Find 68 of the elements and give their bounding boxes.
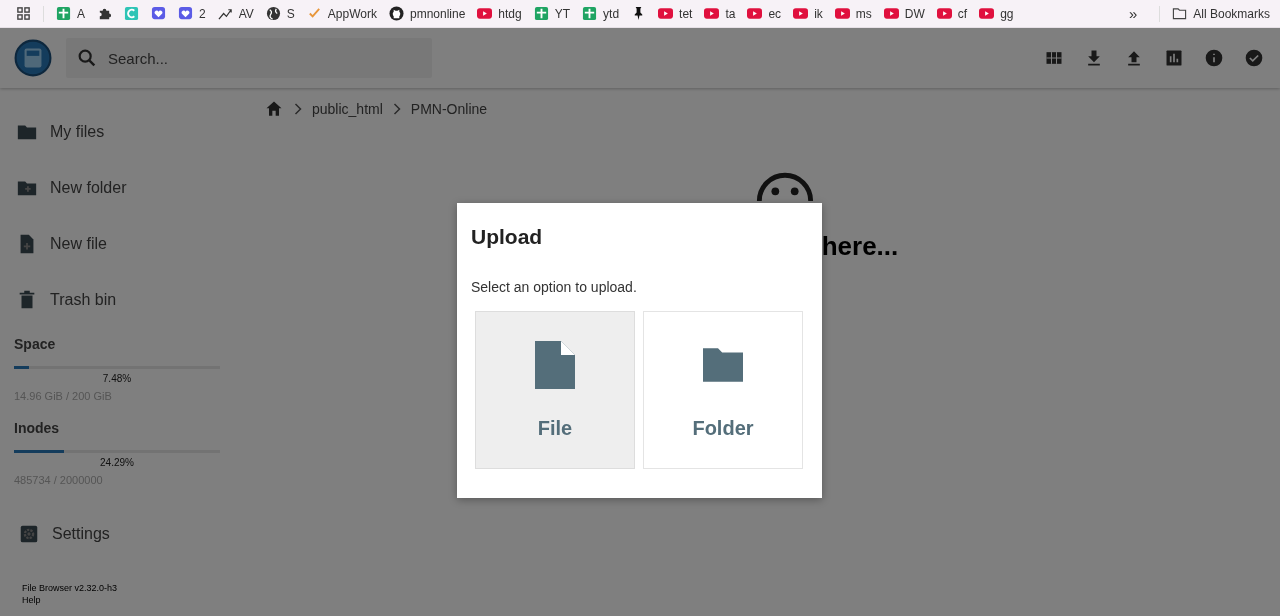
empty-message: here...: [821, 231, 899, 262]
bookmark[interactable]: ta: [704, 6, 736, 21]
bookmark[interactable]: AV: [217, 6, 254, 21]
play-icon: [883, 6, 899, 21]
usage-title: Inodes: [14, 420, 61, 436]
upload-option-button[interactable]: Folder: [643, 311, 803, 469]
info-icon[interactable]: [1204, 48, 1224, 68]
bookmark[interactable]: S: [265, 6, 295, 21]
chevron-icon: [392, 103, 401, 115]
dialog-text: Select an option to upload.: [471, 279, 638, 295]
play-icon: [793, 6, 809, 21]
letter-tile-icon: [124, 6, 139, 21]
select-check-icon[interactable]: [1244, 48, 1264, 68]
footer-text: Help: [22, 594, 42, 606]
gear-icon: [18, 523, 40, 545]
sidebar-item[interactable]: My files: [14, 104, 240, 160]
bookmark[interactable]: A: [56, 6, 85, 21]
bookmark[interactable]: gg: [979, 6, 1014, 21]
sidebar-item[interactable]: New folder: [14, 160, 240, 216]
play-icon: [936, 6, 952, 21]
play-icon: [979, 6, 995, 21]
dialog-title: Upload: [471, 225, 544, 249]
usage-percent: 24.29%: [99, 457, 135, 468]
upload-option-button[interactable]: File: [475, 311, 635, 469]
search-field[interactable]: Search...: [66, 38, 432, 78]
bookmark[interactable]: htdg: [477, 6, 522, 21]
trend-line-icon: [217, 6, 233, 21]
bookmark[interactable]: YT: [533, 6, 571, 21]
usage-percent: 7.48%: [101, 373, 133, 384]
bookmark[interactable]: pmnonline: [389, 6, 466, 21]
more-bookmarks-button[interactable]: »: [1118, 5, 1148, 22]
chevron-icon: [294, 103, 302, 115]
bookmark[interactable]: cf: [936, 6, 968, 21]
play-icon: [658, 6, 674, 21]
spreadsheet-icon: [533, 6, 549, 21]
logo-icon: [14, 39, 52, 77]
sidebar-item[interactable]: New file: [14, 216, 240, 272]
play-icon: [704, 6, 720, 21]
puzzle-icon[interactable]: [97, 6, 112, 21]
folder-outline-icon: [1172, 6, 1188, 21]
globe-icon: [265, 6, 281, 21]
breadcrumb-link[interactable]: public_html: [312, 101, 383, 117]
bookmark[interactable]: tet: [658, 6, 693, 21]
bookmark[interactable]: 2: [178, 6, 206, 21]
bar-chart-icon[interactable]: [1164, 48, 1184, 68]
play-icon: [834, 6, 850, 21]
breadcrumb-link[interactable]: PMN-Online: [410, 101, 488, 117]
bookmark[interactable]: ms: [834, 6, 872, 21]
cat-logo-icon: [389, 6, 404, 21]
search-icon: [76, 47, 98, 69]
spreadsheet-icon: [582, 6, 598, 21]
spreadsheet-icon: [56, 6, 71, 21]
sidebar-item[interactable]: Trash bin: [14, 272, 240, 328]
bookmark[interactable]: ytd: [582, 6, 620, 21]
home-icon[interactable]: [264, 99, 284, 119]
bookmark[interactable]: ec: [747, 6, 782, 21]
all-bookmarks-button[interactable]: All Bookmarks: [1172, 6, 1270, 21]
file-icon: [535, 340, 575, 389]
usage-title: Space: [14, 336, 57, 352]
bookmark[interactable]: ik: [793, 6, 823, 21]
bookmark[interactable]: DW: [883, 6, 925, 21]
bookmark[interactable]: AppWork: [306, 6, 377, 21]
footer-text: File Browser v2.32.0-h3: [22, 582, 119, 594]
play-icon: [747, 6, 763, 21]
play-icon: [477, 6, 493, 21]
check-icon: [306, 6, 322, 21]
apps-grid-icon[interactable]: [16, 6, 31, 21]
settings-item[interactable]: Settings: [14, 506, 240, 562]
